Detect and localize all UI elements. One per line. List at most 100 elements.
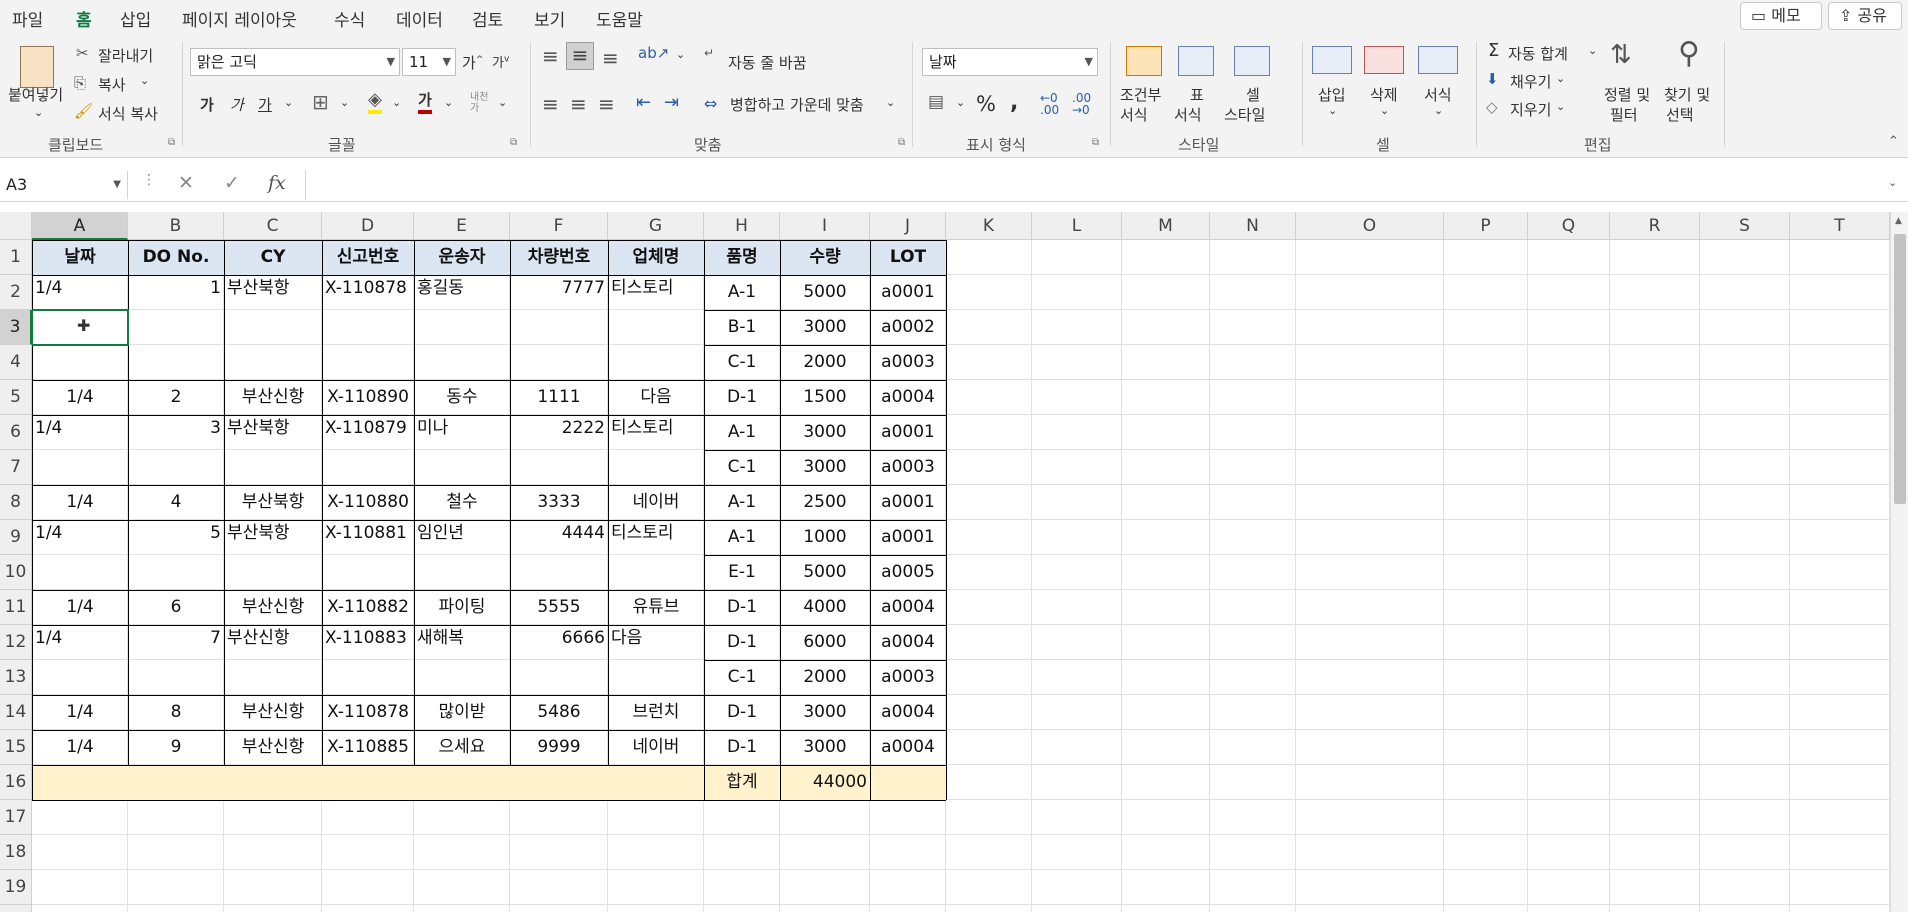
table-cell[interactable]: 티스토리 [608,520,704,555]
alignment-launcher-icon[interactable]: ⧉ [898,137,905,148]
table-cell[interactable] [224,345,322,380]
column-header[interactable]: Q [1528,212,1610,240]
sort-filter-button[interactable]: 정렬 및 [1604,84,1650,105]
table-cell[interactable]: 1111 [510,380,608,415]
insert-cells-button[interactable]: 삽입 [1318,84,1346,105]
table-cell[interactable]: 미나 [414,415,510,450]
find-select-button-line2[interactable]: 선택 [1666,104,1694,125]
table-cell[interactable]: 네이버 [608,730,704,765]
row-header[interactable]: 14 [0,695,32,730]
table-cell[interactable]: a0003 [870,660,946,695]
table-cell[interactable]: 부산신항 [224,590,322,625]
table-cell[interactable] [224,310,322,345]
table-cell[interactable]: 1/4 [32,590,128,625]
table-cell[interactable] [414,555,510,590]
row-header[interactable]: 17 [0,800,32,835]
number-launcher-icon[interactable]: ⧉ [1092,137,1099,148]
row-header[interactable]: 13 [0,660,32,695]
enter-icon[interactable]: ✓ [224,172,240,194]
comment-button[interactable]: ▭ 메모 [1740,2,1822,30]
table-cell[interactable]: C-1 [704,660,780,695]
conditional-format-button-line2[interactable]: 서식 [1120,104,1148,125]
border-icon[interactable]: ⊞ [312,90,329,114]
table-cell[interactable]: 1/4 [32,625,128,660]
table-cell[interactable]: C-1 [704,450,780,485]
table-cell[interactable]: 3000 [780,450,870,485]
insert-cells-icon[interactable] [1312,46,1352,74]
table-cell[interactable]: 3000 [780,310,870,345]
table-cell[interactable]: 3000 [780,415,870,450]
table-cell[interactable]: X-110883 [322,625,414,660]
column-header[interactable]: J [870,212,946,240]
delete-cells-icon[interactable] [1364,46,1404,74]
cell-style-icon[interactable] [1234,46,1270,76]
table-cell[interactable] [608,345,704,380]
table-cell[interactable] [322,450,414,485]
table-cell[interactable]: X-110885 [322,730,414,765]
table-cell[interactable]: 1 [128,275,224,310]
table-cell[interactable]: 5000 [780,555,870,590]
column-header[interactable]: K [946,212,1032,240]
conditional-format-icon[interactable] [1126,46,1162,76]
table-cell[interactable] [608,660,704,695]
phonetic-icon[interactable]: 내천 가 [470,92,488,114]
accounting-format-icon[interactable]: ▤ [928,92,944,112]
table-cell[interactable]: 부산북항 [224,485,322,520]
column-header[interactable]: C [224,212,322,240]
table-cell[interactable]: 3 [128,415,224,450]
column-header[interactable]: L [1032,212,1122,240]
align-center-icon[interactable]: ≡ [570,92,587,116]
table-format-icon[interactable] [1178,46,1214,76]
paste-dropdown-icon[interactable]: ⌄ [34,106,43,119]
expand-formula-icon[interactable]: ⌄ [1888,176,1897,189]
table-cell[interactable]: X-110878 [322,695,414,730]
table-cell[interactable] [32,660,128,695]
table-cell[interactable] [32,450,128,485]
column-header[interactable]: O [1296,212,1444,240]
row-header[interactable]: 8 [0,485,32,520]
merge-center-button[interactable]: 병합하고 가운데 맞춤 [730,94,864,115]
column-header[interactable]: A [32,212,128,240]
table-cell[interactable]: 부산신항 [224,625,322,660]
font-size-dropdown[interactable]: 11 ▼ [402,48,456,76]
table-cell[interactable]: 5000 [780,275,870,310]
table-cell[interactable] [224,555,322,590]
table-cell[interactable]: 부산신항 [224,380,322,415]
italic-button[interactable]: 가 [230,94,244,115]
decrease-font-icon[interactable]: 가v [492,52,509,71]
table-cell[interactable]: 4000 [780,590,870,625]
conditional-format-button[interactable]: 조건부 [1120,84,1161,105]
align-right-icon[interactable]: ≡ [598,92,615,116]
menu-tab[interactable]: 도움말 [596,6,643,31]
table-format-button-line2[interactable]: 서식 [1174,104,1202,125]
orientation-icon[interactable]: ab↗ [638,44,669,62]
row-header[interactable]: 16 [0,765,32,800]
find-select-button[interactable]: 찾기 및 [1664,84,1710,105]
percent-icon[interactable]: % [976,92,996,116]
table-cell[interactable]: 5 [128,520,224,555]
table-cell[interactable]: 2222 [510,415,608,450]
row-header[interactable]: 9 [0,520,32,555]
collapse-ribbon-icon[interactable]: ⌃ [1888,134,1899,149]
copy-dropdown-icon[interactable]: ⌄ [140,74,149,87]
column-header[interactable]: H [704,212,780,240]
table-cell[interactable]: 티스토리 [608,415,704,450]
table-header-cell[interactable]: CY [224,240,322,275]
table-cell[interactable]: 브런치 [608,695,704,730]
table-cell[interactable]: D-1 [704,695,780,730]
table-cell[interactable]: D-1 [704,730,780,765]
column-header[interactable]: F [510,212,608,240]
table-cell[interactable]: 철수 [414,485,510,520]
clear-button[interactable]: 지우기 [1510,99,1551,120]
table-cell[interactable]: 홍길동 [414,275,510,310]
table-cell[interactable] [510,555,608,590]
table-cell[interactable]: X-110879 [322,415,414,450]
menu-tab[interactable]: 데이터 [396,6,443,31]
table-cell[interactable]: 1/4 [32,730,128,765]
column-header[interactable]: M [1122,212,1210,240]
row-header[interactable]: 11 [0,590,32,625]
table-cell[interactable]: 4 [128,485,224,520]
table-cell[interactable]: a0004 [870,380,946,415]
table-header-cell[interactable]: LOT [870,240,946,275]
paste-icon[interactable] [20,46,54,88]
